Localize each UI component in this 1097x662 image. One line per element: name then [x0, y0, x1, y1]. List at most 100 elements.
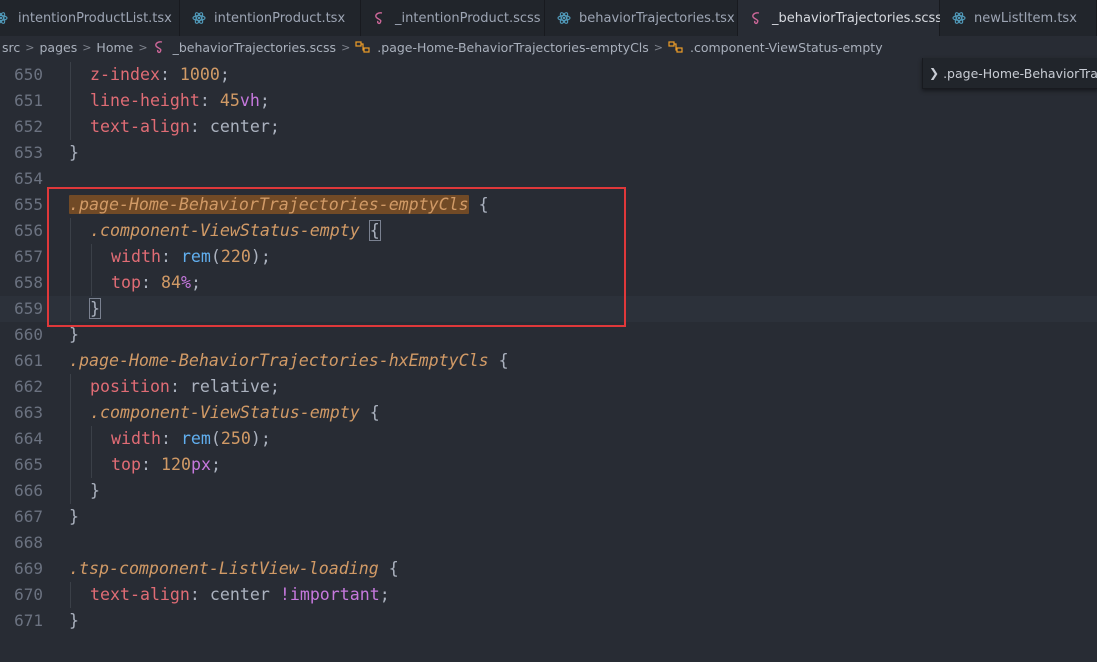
indent-guide — [70, 452, 71, 478]
code-line[interactable]: 669 .tsp-component-ListView-loading { — [0, 556, 1097, 582]
tab-label: _behaviorTrajectories.scss — [772, 10, 943, 26]
tab-bar: intentionProductList.tsx intentionProduc… — [0, 0, 1097, 36]
indent-guide — [70, 400, 71, 426]
indent-guide — [91, 452, 92, 478]
indent-guide — [70, 114, 71, 140]
breadcrumb-item-home[interactable]: Home — [96, 40, 133, 55]
react-icon — [192, 12, 206, 24]
code-line[interactable]: 656 .component-ViewStatus-empty { — [0, 218, 1097, 244]
breadcrumb-label: pages — [39, 39, 78, 55]
sticky-scroll-widget[interactable]: ❯ .page-Home-BehaviorTrajectories-emptyC… — [922, 58, 1097, 89]
code-line[interactable]: 664 width: rem(250); — [0, 426, 1097, 452]
code-text: .page-Home-BehaviorTrajectories-hxEmptyC… — [69, 351, 509, 370]
breadcrumb-item-nested-selector[interactable]: .component-ViewStatus-empty — [668, 40, 883, 55]
tab-newListItem[interactable]: newListItem.tsx — [940, 0, 1097, 36]
line-number: 662 — [14, 377, 43, 396]
code-line[interactable]: 654 — [0, 166, 1097, 192]
react-icon — [0, 12, 8, 24]
line-number: 651 — [14, 91, 43, 110]
breadcrumb-label: src — [2, 39, 21, 55]
code-text: width: rem(220); — [111, 247, 271, 266]
indent-guide — [70, 374, 71, 400]
code-line-current[interactable]: 659 } — [0, 296, 1097, 322]
breadcrumb-item-pages[interactable]: pages — [39, 40, 77, 55]
line-number: 653 — [14, 143, 43, 162]
bracket-match: } — [89, 298, 101, 319]
code-text: } — [69, 143, 79, 162]
code-line[interactable]: 657 width: rem(220); — [0, 244, 1097, 270]
chevron-right-icon: > — [82, 40, 92, 54]
breadcrumb-label: .page-Home-BehaviorTrajectories-emptyCls — [377, 39, 649, 55]
tab-intentionProduct-scss[interactable]: _intentionProduct.scss — [361, 0, 545, 36]
code-line[interactable]: 671 } — [0, 608, 1097, 634]
indent-guide — [91, 270, 92, 296]
indent-guide — [70, 62, 71, 88]
indent-guide — [70, 582, 71, 608]
code-text: z-index: 1000; — [90, 65, 230, 84]
line-number: 657 — [14, 247, 43, 266]
indent-guide — [91, 244, 92, 270]
indent-guide — [70, 218, 71, 244]
code-line[interactable]: 653 } — [0, 140, 1097, 166]
line-number: 652 — [14, 117, 43, 136]
line-number: 659 — [14, 299, 43, 318]
tab-behaviorTrajectories[interactable]: behaviorTrajectories.tsx — [545, 0, 738, 36]
code-text: } — [90, 481, 100, 500]
code-line[interactable]: 651 line-height: 45vh; — [0, 88, 1097, 114]
code-line[interactable]: 662 position: relative; — [0, 374, 1097, 400]
breadcrumb: src > pages > Home > _behaviorTrajectori… — [0, 36, 1097, 58]
indent-guide — [70, 426, 71, 452]
sass-icon — [375, 12, 383, 25]
line-number: 664 — [14, 429, 43, 448]
code-text: .component-ViewStatus-empty { — [90, 403, 380, 422]
code-line[interactable]: 666 } — [0, 478, 1097, 504]
code-text: .tsp-component-ListView-loading { — [69, 559, 399, 578]
react-icon — [952, 12, 966, 24]
breadcrumb-item-selector[interactable]: .page-Home-BehaviorTrajectories-emptyCls — [355, 40, 649, 55]
line-number: 654 — [14, 169, 43, 188]
selection-highlight: .page-Home-BehaviorTrajectories-emptyCls — [69, 195, 469, 214]
line-number: 668 — [14, 533, 43, 552]
line-number: 661 — [14, 351, 43, 370]
breadcrumb-item-file[interactable]: _behaviorTrajectories.scss — [153, 40, 336, 55]
code-line[interactable]: 665 top: 120px; — [0, 452, 1097, 478]
code-text: .component-ViewStatus-empty { — [90, 220, 381, 241]
breadcrumb-label: Home — [96, 39, 134, 55]
react-icon — [557, 12, 571, 24]
code-line[interactable]: 661 .page-Home-BehaviorTrajectories-hxEm… — [0, 348, 1097, 374]
code-text: top: 120px; — [111, 455, 221, 474]
line-number: 666 — [14, 481, 43, 500]
tab-behaviorTrajectories-scss[interactable]: _behaviorTrajectories.scss ✕ — [738, 0, 961, 36]
line-number: 663 — [14, 403, 43, 422]
code-line[interactable]: 655 .page-Home-BehaviorTrajectories-empt… — [0, 192, 1097, 218]
code-line[interactable]: 663 .component-ViewStatus-empty { — [0, 400, 1097, 426]
code-text: line-height: 45vh; — [90, 91, 270, 110]
code-line[interactable]: 660 } — [0, 322, 1097, 348]
code-line[interactable]: 670 text-align: center !important; — [0, 582, 1097, 608]
chevron-right-icon: > — [138, 40, 148, 54]
code-editor[interactable]: 650 z-index: 1000; 651 line-height: 45vh… — [0, 62, 1097, 662]
line-number: 670 — [14, 585, 43, 604]
line-number: 669 — [14, 559, 43, 578]
line-number: 655 — [14, 195, 43, 214]
line-number: 671 — [14, 611, 43, 630]
code-text: } — [69, 611, 79, 630]
code-text: width: rem(250); — [111, 429, 271, 448]
tab-label: intentionProduct.tsx — [214, 10, 346, 26]
code-text: .page-Home-BehaviorTrajectories-emptyCls… — [69, 195, 489, 214]
code-line[interactable]: 667 } — [0, 504, 1097, 530]
symbol-structure-icon — [668, 41, 683, 53]
tab-intentionProduct[interactable]: intentionProduct.tsx — [180, 0, 361, 36]
chevron-right-icon[interactable]: ❯ — [929, 66, 939, 80]
code-line[interactable]: 668 — [0, 530, 1097, 556]
line-number: 665 — [14, 455, 43, 474]
code-text: top: 84%; — [111, 273, 201, 292]
indent-guide — [70, 88, 71, 114]
breadcrumb-item-src[interactable]: src — [2, 40, 20, 55]
code-line[interactable]: 658 top: 84%; — [0, 270, 1097, 296]
code-line[interactable]: 652 text-align: center; — [0, 114, 1097, 140]
tab-intentionProductList[interactable]: intentionProductList.tsx — [0, 0, 180, 36]
code-text: } — [69, 325, 79, 344]
line-number: 667 — [14, 507, 43, 526]
line-number: 656 — [14, 221, 43, 240]
